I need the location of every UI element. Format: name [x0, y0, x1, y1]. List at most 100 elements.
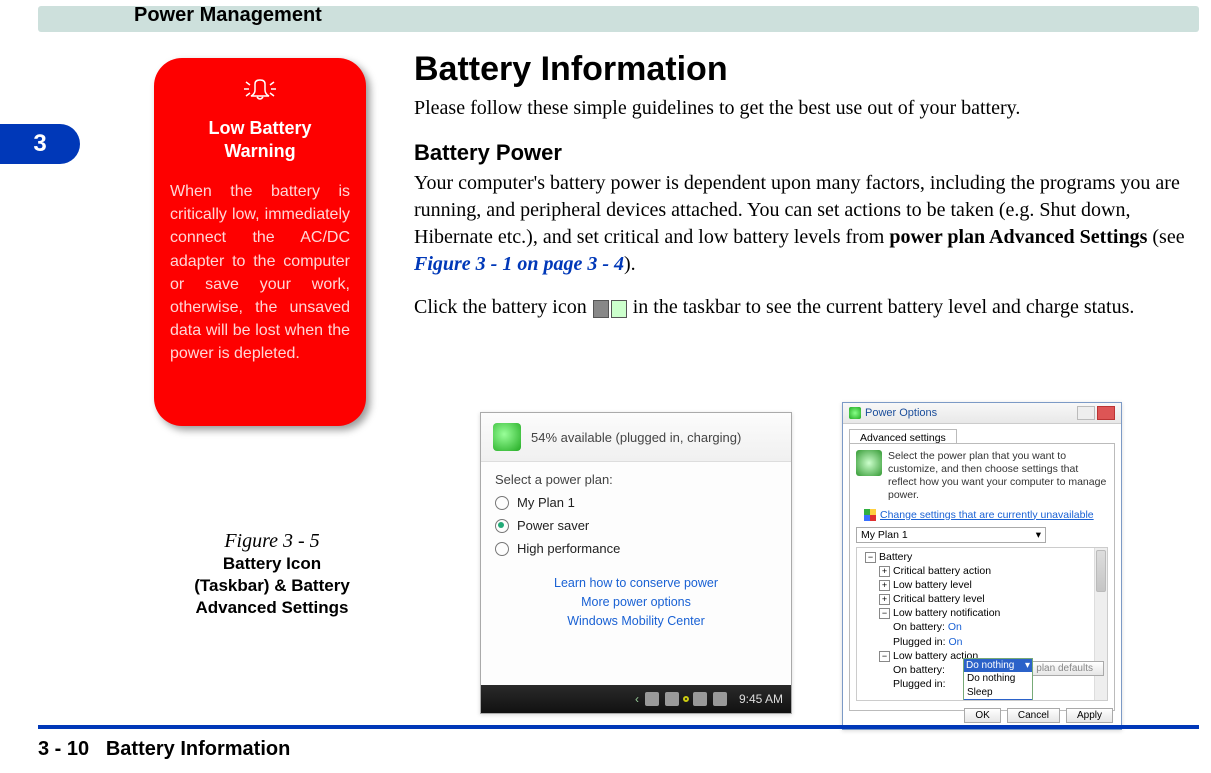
tree-low-level: Low battery level: [893, 579, 972, 591]
tree-on-battery-value[interactable]: On: [948, 621, 962, 633]
plan-label-1: Power saver: [517, 518, 589, 533]
bell-icon: [170, 78, 350, 109]
tree-collapse-icon[interactable]: −: [879, 651, 890, 662]
p2-bold: power plan Advanced Settings: [889, 226, 1147, 248]
battery-status-text: 54% available (plugged in, charging): [531, 430, 741, 445]
tree-collapse-icon[interactable]: −: [865, 552, 876, 563]
click-battery-icon-paragraph: Click the battery icon in the taskbar to…: [414, 294, 1199, 322]
dropdown-option-donothing[interactable]: Do nothing: [964, 672, 1032, 686]
tray-battery-icon-highlighted[interactable]: [685, 698, 687, 700]
apply-button[interactable]: Apply: [1066, 708, 1113, 723]
help-button[interactable]: [1077, 406, 1095, 420]
dialog-titlebar: Power Options: [843, 403, 1121, 424]
tree-expand-icon[interactable]: +: [879, 594, 890, 605]
battery-icon: [849, 407, 861, 419]
tree-expand-icon[interactable]: +: [879, 566, 890, 577]
p2-part3: ).: [624, 253, 636, 275]
taskbar: ‹ 9:45 AM: [481, 685, 791, 713]
tree-low-action-plugged-in: Plugged in:: [893, 678, 946, 690]
tree-low-notification: Low battery notification: [893, 607, 1000, 619]
battery-charging-icon: [611, 300, 627, 318]
intro-paragraph: Please follow these simple guidelines to…: [414, 95, 1199, 122]
p3-part2: in the taskbar to see the current batter…: [633, 296, 1135, 318]
taskbar-clock: 9:45 AM: [739, 692, 783, 706]
dropdown-option-sleep[interactable]: Sleep: [964, 686, 1032, 700]
chevron-down-icon: ▾: [1036, 529, 1041, 541]
main-content: Battery Information Please follow these …: [414, 50, 1199, 338]
figure-caption-line1: Battery Icon: [223, 554, 321, 573]
power-links: Learn how to conserve power More power o…: [481, 560, 791, 638]
dropdown-current: Do nothing: [966, 659, 1014, 673]
close-button[interactable]: [1097, 406, 1115, 420]
tree-root: Battery: [879, 551, 912, 563]
tree-critical-level: Critical battery level: [893, 593, 985, 605]
settings-tree[interactable]: −Battery +Critical battery action +Low b…: [856, 547, 1108, 701]
link-mobility-center[interactable]: Windows Mobility Center: [489, 612, 783, 631]
tray-network-icon[interactable]: [645, 692, 659, 706]
footer-rule: [38, 725, 1199, 729]
plan-select-value: My Plan 1: [861, 529, 908, 541]
plan-option-powersaver[interactable]: Power saver: [481, 514, 791, 537]
tree-plugged-in-value[interactable]: On: [948, 636, 962, 648]
tray-monitor-icon[interactable]: [665, 692, 679, 706]
tree-low-action-on-battery: On battery:: [893, 664, 945, 676]
page-heading: Battery Information: [414, 50, 1199, 89]
select-plan-label: Select a power plan:: [481, 462, 791, 491]
p3-part1: Click the battery icon: [414, 296, 592, 318]
link-conserve-power[interactable]: Learn how to conserve power: [489, 574, 783, 593]
tree-on-battery-label: On battery:: [893, 621, 945, 633]
tree-collapse-icon[interactable]: −: [879, 608, 890, 619]
chapter-tab: 3: [0, 124, 80, 164]
cancel-button[interactable]: Cancel: [1007, 708, 1060, 723]
footer-page-number: 3 - 10: [38, 738, 89, 760]
subheading-battery-power: Battery Power: [414, 140, 1199, 166]
screenshot-power-options-dialog: Power Options Advanced settings Select t…: [842, 402, 1122, 730]
radio-icon-selected: [495, 519, 509, 533]
tab-advanced-settings[interactable]: Advanced settings: [849, 429, 957, 444]
ok-button[interactable]: OK: [964, 708, 1000, 723]
tray-generic-icon[interactable]: [693, 692, 707, 706]
figure-reference-link[interactable]: Figure 3 - 1 on page 3 - 4: [414, 253, 624, 275]
tree-scrollbar[interactable]: [1094, 548, 1107, 700]
link-change-unavailable-settings[interactable]: Change settings that are currently unava…: [864, 509, 1108, 521]
dialog-panel: Select the power plan that you want to c…: [849, 443, 1115, 711]
link-more-power-options[interactable]: More power options: [489, 593, 783, 612]
warning-heading-line1: Low Battery: [208, 118, 311, 138]
scrollbar-thumb[interactable]: [1096, 550, 1106, 592]
tree-plugged-in-label: Plugged in:: [893, 636, 946, 648]
footer-title: Battery Information: [106, 738, 290, 760]
dialog-title: Power Options: [865, 407, 937, 419]
section-title: Power Management: [134, 4, 322, 27]
screenshot-battery-taskbar-popup: 54% available (plugged in, charging) Sel…: [480, 412, 792, 714]
tree-critical-action: Critical battery action: [893, 565, 991, 577]
tree-expand-icon[interactable]: +: [879, 580, 890, 591]
warning-heading-line2: Warning: [224, 141, 295, 161]
figure-caption: Figure 3 - 5 Battery Icon (Taskbar) & Ba…: [154, 530, 390, 619]
chevron-down-icon: ▾: [1025, 659, 1030, 673]
plan-option-myplan1[interactable]: My Plan 1: [481, 491, 791, 514]
battery-status-row: 54% available (plugged in, charging): [481, 413, 791, 462]
p2-part2: (see: [1147, 226, 1184, 248]
dropdown-option-hibernate[interactable]: Hibernate: [964, 699, 1032, 701]
action-dropdown-popup[interactable]: Do nothing▾ Do nothing Sleep Hibernate S…: [963, 658, 1033, 701]
plug-icon: [493, 423, 521, 451]
figure-number: Figure 3 - 5: [154, 530, 390, 553]
battery-tray-icon: [593, 300, 609, 318]
warning-body: When the battery is critically low, imme…: [170, 180, 350, 366]
tray-arrow-icon[interactable]: ‹: [635, 692, 639, 706]
plan-label-0: My Plan 1: [517, 495, 575, 510]
plan-label-2: High performance: [517, 541, 620, 556]
radio-icon: [495, 542, 509, 556]
battery-large-icon: [856, 450, 882, 476]
tray-volume-icon[interactable]: [713, 692, 727, 706]
dialog-description: Select the power plan that you want to c…: [888, 450, 1108, 503]
plan-option-highperf[interactable]: High performance: [481, 537, 791, 560]
battery-power-paragraph: Your computer's battery power is depende…: [414, 170, 1199, 278]
plan-select-dropdown[interactable]: My Plan 1 ▾: [856, 527, 1046, 543]
figure-caption-line3: Advanced Settings: [195, 598, 348, 617]
warning-box: Low Battery Warning When the battery is …: [154, 58, 366, 426]
shield-icon: [864, 509, 876, 521]
footer: 3 - 10 Battery Information: [38, 738, 290, 761]
figure-caption-line2: (Taskbar) & Battery: [194, 576, 350, 595]
link-change-unavailable-settings-text: Change settings that are currently unava…: [880, 509, 1094, 521]
